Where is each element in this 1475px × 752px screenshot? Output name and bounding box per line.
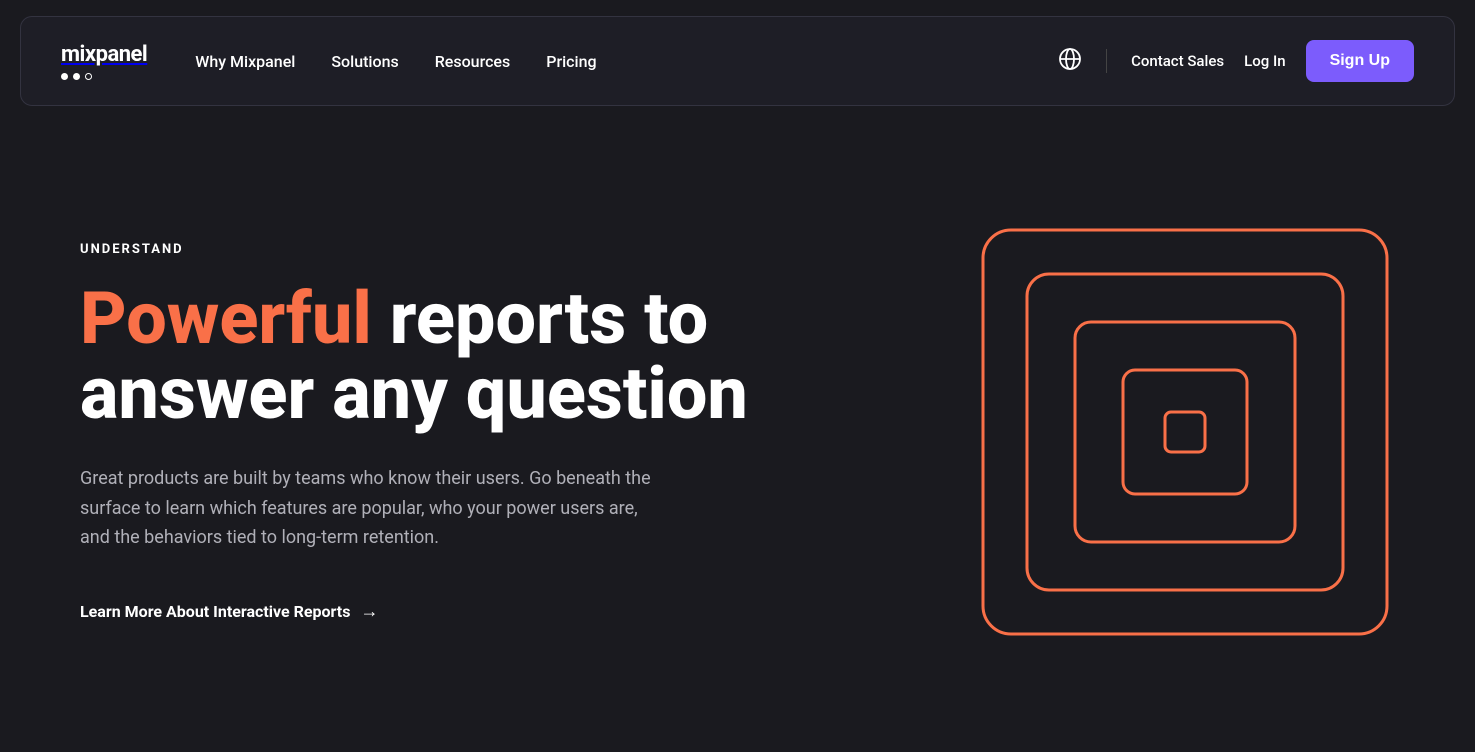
logo-text: mixpanel (61, 42, 147, 67)
hero-graphic (975, 222, 1395, 642)
nav-link-resources[interactable]: Resources (435, 52, 511, 71)
nav-links: Why Mixpanel Solutions Resources Pricing (195, 52, 596, 71)
hero-section: UNDERSTAND Powerful reports to answer an… (0, 122, 1475, 742)
nav-link-solutions[interactable]: Solutions (331, 52, 398, 71)
nested-squares-svg (975, 222, 1395, 642)
nav-item-why-mixpanel[interactable]: Why Mixpanel (195, 52, 295, 71)
log-in-link[interactable]: Log In (1244, 52, 1285, 70)
hero-description: Great products are built by teams who kn… (80, 464, 660, 553)
arrow-icon: → (360, 601, 378, 622)
hero-cta-label: Learn More About Interactive Reports (80, 602, 350, 621)
nav-divider (1106, 49, 1107, 73)
hero-cta-link[interactable]: Learn More About Interactive Reports → (80, 601, 378, 622)
nav-item-solutions[interactable]: Solutions (331, 52, 398, 71)
globe-icon[interactable] (1058, 47, 1082, 75)
nav-link-why-mixpanel[interactable]: Why Mixpanel (195, 52, 295, 71)
hero-content: UNDERSTAND Powerful reports to answer an… (80, 242, 780, 622)
logo-dots (61, 73, 147, 80)
logo-dot-1 (61, 73, 68, 80)
logo-dot-3 (85, 73, 92, 80)
logo: mixpanel (61, 42, 147, 80)
nav-link-pricing[interactable]: Pricing (546, 52, 596, 71)
nav-item-pricing[interactable]: Pricing (546, 52, 596, 71)
nav-item-resources[interactable]: Resources (435, 52, 511, 71)
hero-heading-highlight: Powerful (80, 276, 372, 361)
logo-link[interactable]: mixpanel (61, 42, 147, 80)
nav-right: Contact Sales Log In Sign Up (1058, 40, 1414, 82)
hero-label: UNDERSTAND (80, 242, 780, 257)
sign-up-button[interactable]: Sign Up (1306, 40, 1414, 82)
contact-sales-link[interactable]: Contact Sales (1131, 52, 1224, 70)
logo-dot-2 (73, 73, 80, 80)
navbar: mixpanel Why Mixpanel Solutions Resource… (20, 16, 1455, 106)
hero-heading: Powerful reports to answer any question (80, 281, 780, 432)
nested-squares (975, 222, 1395, 642)
nav-left: mixpanel Why Mixpanel Solutions Resource… (61, 42, 597, 80)
